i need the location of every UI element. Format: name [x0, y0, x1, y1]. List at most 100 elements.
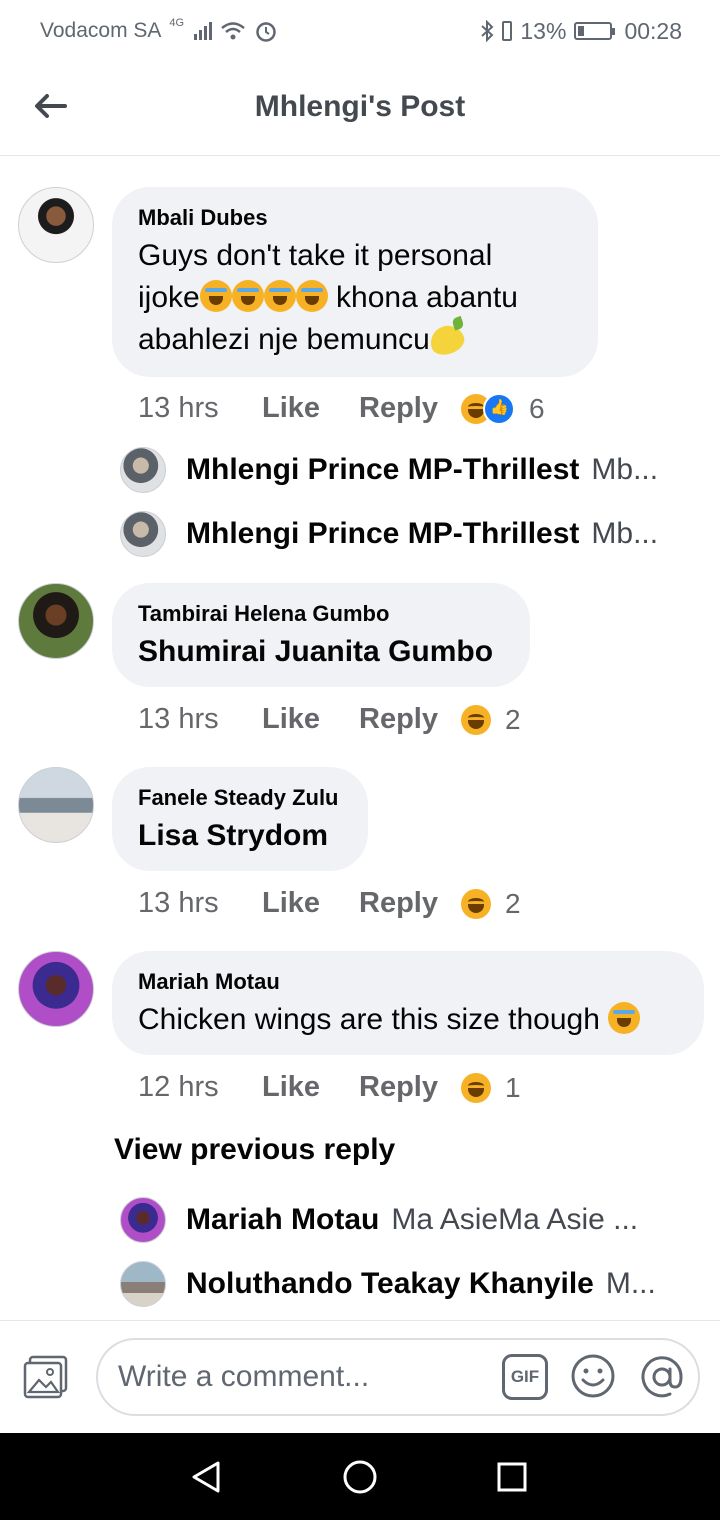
comment-time: 12 hrs — [138, 1071, 219, 1103]
reply-preview[interactable]: Mariah Motau Ma AsieMa Asie ... — [120, 1197, 700, 1243]
clock: 00:28 — [624, 17, 682, 44]
comment-time: 13 hrs — [138, 392, 219, 424]
avatar[interactable] — [120, 1197, 166, 1243]
comment-composer: Write a comment... GIF — [0, 1320, 720, 1433]
reply-author[interactable]: Noluthando Teakay Khanyile — [186, 1267, 594, 1301]
reply-preview[interactable]: Noluthando Teakay Khanyile M... — [120, 1261, 700, 1307]
comment-author[interactable]: Tambirai Helena Gumbo — [138, 601, 504, 627]
reaction-count: 2 — [505, 887, 521, 919]
like-reaction-icon — [483, 392, 515, 425]
comment-bubble[interactable]: Mariah Motau Chicken wings are this size… — [112, 951, 704, 1055]
reactions-summary[interactable]: 2 — [461, 888, 521, 920]
comment-text-line: Chicken wings are this size though — [138, 1003, 600, 1036]
comments-feed[interactable]: Mbali Dubes Guys don't take it personal … — [0, 157, 720, 1320]
bluetooth-icon — [481, 20, 494, 42]
crying-laughing-emoji-icon — [199, 280, 232, 312]
nav-recents-button[interactable] — [492, 1457, 532, 1497]
status-bar: Vodacom SA 4G 13% 00:28 — [0, 0, 720, 62]
comment-time: 13 hrs — [138, 887, 219, 919]
comment-input[interactable]: Write a comment... GIF — [96, 1338, 700, 1416]
crying-laughing-emoji-icon — [263, 280, 296, 312]
reply-preview[interactable]: Mhlengi Prince MP-Thrillest Mb... — [120, 447, 700, 493]
avatar[interactable] — [120, 447, 166, 493]
nav-recents-icon — [497, 1462, 527, 1492]
comment-text-line: abahlezi nje bemuncu — [138, 323, 430, 356]
emoji-button[interactable] — [570, 1353, 616, 1399]
lemon-emoji-icon — [426, 321, 468, 359]
comment-time: 13 hrs — [138, 703, 219, 735]
comment-bubble[interactable]: Tambirai Helena Gumbo Shumirai Juanita G… — [112, 583, 530, 687]
reply-snippet: Mb... — [591, 517, 659, 550]
comment-bubble[interactable]: Mbali Dubes Guys don't take it personal … — [112, 187, 598, 377]
comment-text-word: khona abantu — [336, 281, 518, 314]
nav-back-icon — [192, 1461, 220, 1493]
reactions-summary[interactable]: 6 — [461, 392, 545, 425]
view-previous-reply-link[interactable]: View previous reply — [114, 1133, 395, 1167]
reply-button[interactable]: Reply — [359, 887, 461, 920]
reply-snippet: Ma AsieMa Asie ... — [391, 1203, 639, 1236]
comment-input-placeholder: Write a comment... — [118, 1360, 370, 1393]
carrier-label: Vodacom SA — [40, 19, 162, 42]
comment-actions: 12 hrs Like Reply 1 — [138, 1071, 521, 1104]
reaction-count: 2 — [505, 703, 521, 735]
comment-bubble[interactable]: Fanele Steady Zulu Lisa Strydom — [112, 767, 368, 871]
mention-icon — [641, 1356, 683, 1398]
comment-text-word: ijoke — [138, 281, 200, 314]
reactions-summary[interactable]: 2 — [461, 704, 521, 736]
reply-author[interactable]: Mhlengi Prince MP-Thrillest — [186, 517, 579, 551]
avatar[interactable] — [120, 1261, 166, 1307]
comment-author[interactable]: Mbali Dubes — [138, 205, 572, 231]
like-button[interactable]: Like — [262, 887, 359, 920]
nav-home-icon — [343, 1460, 377, 1494]
comment-text-line: Guys don't take it personal — [138, 239, 493, 272]
reply-preview[interactable]: Mhlengi Prince MP-Thrillest Mb... — [120, 511, 700, 557]
page-title: Mhlengi's Post — [254, 90, 466, 123]
reaction-count: 6 — [529, 392, 545, 424]
like-button[interactable]: Like — [262, 392, 359, 425]
comment-text: Shumirai Juanita Gumbo — [138, 635, 494, 668]
network-type-label: 4G — [169, 17, 185, 29]
haha-reaction-icon — [461, 888, 491, 919]
photo-button[interactable] — [22, 1354, 70, 1400]
comment-text: Guys don't take it personal ijoke khona … — [138, 235, 572, 361]
crying-laughing-emoji-icon — [231, 280, 264, 312]
reply-author[interactable]: Mhlengi Prince MP-Thrillest — [186, 453, 579, 487]
status-bar-left: Vodacom SA 4G — [40, 17, 278, 43]
reply-author[interactable]: Mariah Motau — [186, 1203, 379, 1237]
emoji-icon — [571, 1354, 615, 1398]
crying-laughing-emoji-icon — [295, 280, 328, 312]
status-bar-right: 13% 00:28 — [480, 18, 682, 45]
battery-icon — [574, 22, 616, 40]
nav-home-button[interactable] — [340, 1457, 380, 1497]
mention-button[interactable] — [638, 1353, 686, 1401]
avatar[interactable] — [18, 951, 94, 1027]
avatar[interactable] — [18, 187, 94, 263]
vibrate-icon — [502, 21, 513, 41]
avatar[interactable] — [18, 767, 94, 843]
app-header: Mhlengi's Post — [0, 62, 720, 156]
reply-button[interactable]: Reply — [359, 392, 461, 425]
reply-button[interactable]: Reply — [359, 703, 461, 736]
comment-actions: 13 hrs Like Reply 2 — [138, 887, 521, 920]
avatar[interactable] — [18, 583, 94, 659]
comment-text: Chicken wings are this size though — [138, 999, 678, 1041]
like-button[interactable]: Like — [262, 703, 359, 736]
comment-author[interactable]: Fanele Steady Zulu — [138, 785, 342, 811]
gif-icon: GIF — [510, 1367, 540, 1386]
comment-actions: 13 hrs Like Reply 2 — [138, 703, 521, 736]
reply-button[interactable]: Reply — [359, 1071, 461, 1104]
haha-reaction-icon — [461, 1072, 491, 1103]
gif-button[interactable]: GIF — [502, 1354, 548, 1400]
comment-text: Lisa Strydom — [138, 819, 329, 852]
avatar[interactable] — [120, 511, 166, 557]
system-nav-bar — [0, 1433, 720, 1520]
like-button[interactable]: Like — [262, 1071, 359, 1104]
reactions-summary[interactable]: 1 — [461, 1072, 521, 1104]
nav-back-button[interactable] — [186, 1457, 226, 1497]
reply-snippet: Mb... — [591, 453, 659, 486]
comment-author[interactable]: Mariah Motau — [138, 969, 678, 995]
signal-icon — [194, 22, 213, 40]
battery-percent: 13% — [520, 17, 567, 44]
photo-icon — [23, 1355, 68, 1399]
wifi-icon — [221, 22, 245, 40]
